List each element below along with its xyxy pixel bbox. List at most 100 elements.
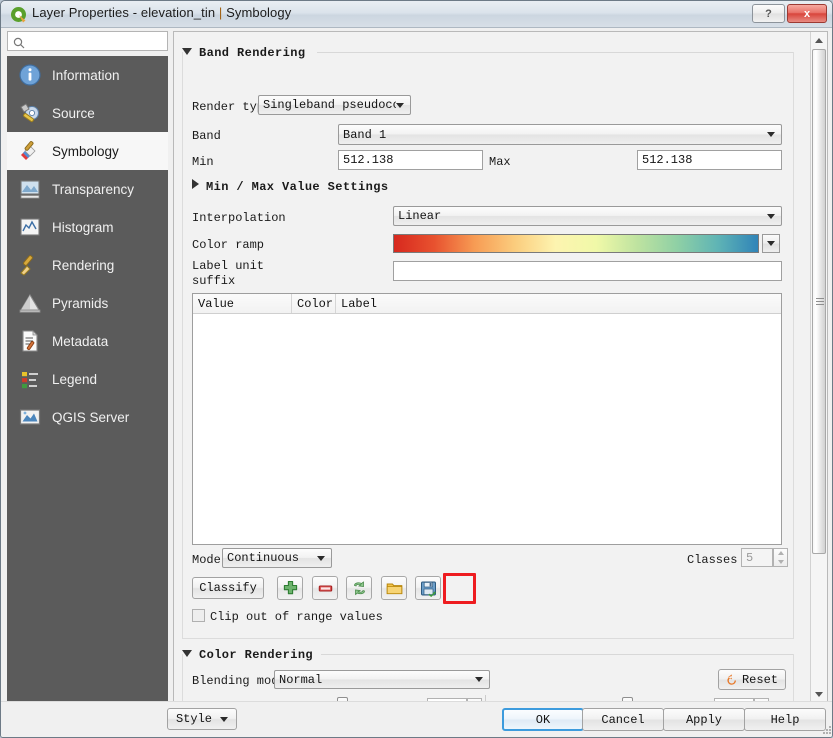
save-color-map-button[interactable] [415,576,441,600]
minus-icon [318,584,332,592]
information-icon [17,62,43,88]
spinner-down-icon[interactable] [777,559,784,564]
color-map-table-header: Value Color Label [193,294,781,314]
color-ramp-dropdown-button[interactable] [762,234,780,253]
layer-properties-dialog: Layer Properties - elevation_tin | Symbo… [0,0,833,738]
symbology-icon [17,138,43,164]
mode-value: Continuous [227,551,300,565]
classes-spinbox[interactable]: 5 [741,548,773,567]
sort-arrows-icon [353,580,365,595]
sidebar-item-label: Information [52,67,120,83]
band-label: Band [192,129,221,143]
color-ramp-gradient [394,235,758,252]
color-ramp-preview[interactable] [393,234,759,253]
spinner-up-icon[interactable] [777,551,784,556]
reset-button[interactable]: Reset [718,669,786,690]
sidebar-item-label: Metadata [52,333,109,349]
search-box[interactable] [7,31,168,51]
label-unit-suffix-input[interactable] [393,261,782,281]
sidebar-item-histogram[interactable]: Histogram [7,208,168,246]
sidebar-item-label: Source [52,105,95,121]
search-input[interactable] [28,33,164,49]
classify-button[interactable]: Classify [192,577,264,599]
mode-combo[interactable]: Continuous [222,548,332,568]
ok-button[interactable]: OK [502,708,584,731]
panel-scrollbar[interactable] [810,32,827,702]
sidebar-item-transparency[interactable]: Transparency [7,170,168,208]
max-label: Max [489,155,511,169]
scrollbar-up-button[interactable] [811,32,827,48]
title-bar: Layer Properties - elevation_tin | Symbo… [1,1,832,28]
render-type-combo[interactable]: Singleband pseudocolor [258,95,411,115]
rendering-icon [17,252,43,278]
sidebar-item-metadata[interactable]: Metadata [7,322,168,360]
title-section: Symbology [226,5,292,20]
title-app: Layer Properties [32,5,129,20]
sidebar-item-label: QGIS Server [52,409,130,425]
sidebar-item-label: Histogram [52,219,114,235]
sidebar-item-symbology[interactable]: Symbology [7,132,168,170]
blending-mode-combo[interactable]: Normal [274,670,490,689]
column-header-label[interactable]: Label [336,294,779,313]
classes-spinner-buttons[interactable] [773,548,788,567]
render-type-value: Singleband pseudocolor [263,98,396,112]
chevron-down-icon [475,677,483,682]
max-input[interactable]: 512.138 [637,150,782,170]
color-map-table-body[interactable] [193,314,781,544]
titlebar-close-button[interactable]: x [787,4,827,23]
title-layer: elevation_tin [140,5,216,20]
pyramids-icon [17,290,43,316]
interpolation-value: Linear [398,209,442,223]
sidebar-item-source[interactable]: Source [7,94,168,132]
help-button[interactable]: Help [744,708,826,731]
dialog-footer: Style OK Cancel Apply Help [1,701,832,737]
sidebar-item-label: Symbology [52,143,119,159]
sidebar-item-label: Legend [52,371,98,387]
column-header-value[interactable]: Value [193,294,292,313]
interpolation-combo[interactable]: Linear [393,206,782,226]
style-button[interactable]: Style [167,708,237,730]
color-map-table[interactable]: Value Color Label [192,293,782,545]
plus-icon [283,580,297,594]
color-ramp-label: Color ramp [192,238,265,252]
properties-sidebar: Information Source Symbology Transparenc… [7,56,168,703]
add-entry-button[interactable] [277,576,303,600]
clip-out-of-range-checkbox[interactable] [192,609,205,622]
remove-entry-button[interactable] [312,576,338,600]
min-input[interactable]: 512.138 [338,150,483,170]
blending-mode-label: Blending mode [192,674,286,688]
sidebar-item-label: Transparency [52,181,135,197]
scrollbar-down-button[interactable] [811,686,827,702]
chevron-down-icon [317,555,325,561]
sidebar-item-pyramids[interactable]: Pyramids [7,284,168,322]
metadata-icon [17,328,43,354]
scrollbar-thumb[interactable] [812,49,826,554]
min-value: 512.138 [343,153,394,167]
load-color-map-button[interactable] [381,576,407,600]
resize-grip-icon[interactable] [820,723,832,735]
sidebar-item-information[interactable]: Information [7,56,168,94]
cancel-button[interactable]: Cancel [582,708,664,731]
sidebar-item-qgis-server[interactable]: QGIS Server [7,398,168,436]
column-header-color[interactable]: Color [292,294,336,313]
sidebar-item-rendering[interactable]: Rendering [7,246,168,284]
sidebar-item-legend[interactable]: Legend [7,360,168,398]
apply-button[interactable]: Apply [663,708,745,731]
chevron-down-icon [767,213,775,219]
window-title: Layer Properties - elevation_tin | Symbo… [32,5,292,20]
scrollbar-grip-icon [816,298,824,305]
search-icon [13,36,25,49]
expand-triangle-right-icon [192,179,199,189]
sidebar-item-label: Rendering [52,257,115,273]
chevron-down-icon [396,102,404,108]
chevron-down-icon [815,691,823,697]
band-combo[interactable]: Band 1 [338,124,782,145]
minmax-settings-header[interactable]: Min / Max Value Settings [192,179,388,194]
floppy-disk-icon [420,581,436,597]
style-button-label: Style [175,712,212,726]
sidebar-item-label: Pyramids [52,295,109,311]
sort-entries-button[interactable] [346,576,372,600]
titlebar-help-button[interactable]: ? [752,4,785,23]
title-separator: | [218,5,223,20]
minmax-settings-label: Min / Max Value Settings [206,180,389,194]
